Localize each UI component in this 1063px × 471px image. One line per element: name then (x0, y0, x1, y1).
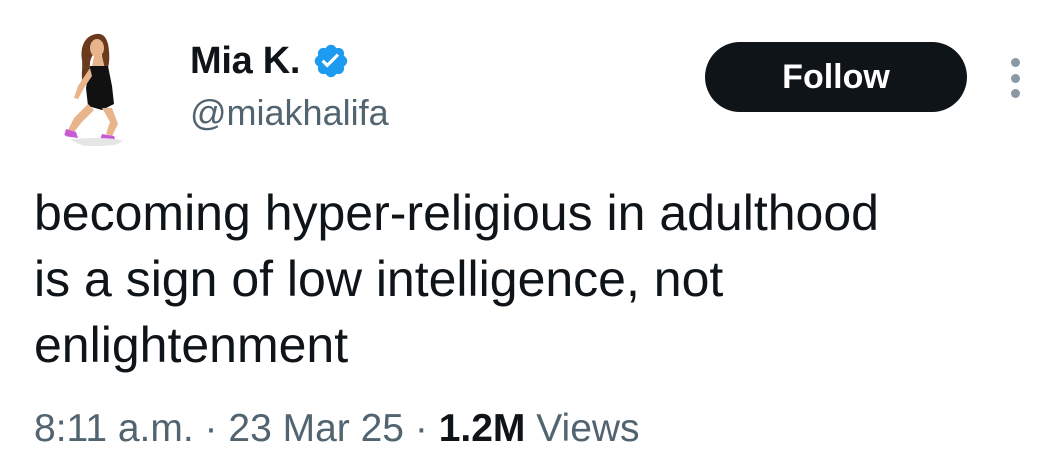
tweet-text-line: becoming hyper-religious in adulthood (34, 185, 879, 241)
tweet-text-line: is a sign of low intelligence, not (34, 251, 724, 307)
tweet-date[interactable]: 23 Mar 25 (228, 407, 404, 450)
avatar-illustration (64, 33, 124, 146)
tweet-text: becoming hyper-religious in adulthood is… (34, 180, 1024, 378)
meta-separator: · (204, 407, 218, 450)
author-name-row[interactable]: Mia K. (190, 38, 350, 84)
more-dot (1010, 73, 1020, 83)
author-handle[interactable]: @miakhalifa (190, 90, 389, 136)
avatar[interactable] (44, 26, 152, 148)
author-display-name[interactable]: Mia K. (190, 38, 300, 84)
tweet-meta: 8:11 a.m. · 23 Mar 25 · 1.2M Views (34, 404, 640, 454)
tweet-time[interactable]: 8:11 a.m. (34, 407, 194, 450)
meta-separator: · (414, 407, 428, 450)
verified-badge-icon[interactable] (312, 42, 350, 80)
views-label: Views (536, 407, 640, 450)
tweet-text-line: enlightenment (34, 317, 349, 373)
views-count: 1.2M (438, 407, 526, 450)
tweet-card: Mia K. @miakhalifa Follow becoming hyper… (0, 0, 1063, 471)
more-dot (1010, 89, 1020, 98)
more-options-icon[interactable] (1000, 58, 1030, 98)
follow-button[interactable]: Follow (705, 42, 967, 112)
more-dot (1010, 58, 1020, 67)
